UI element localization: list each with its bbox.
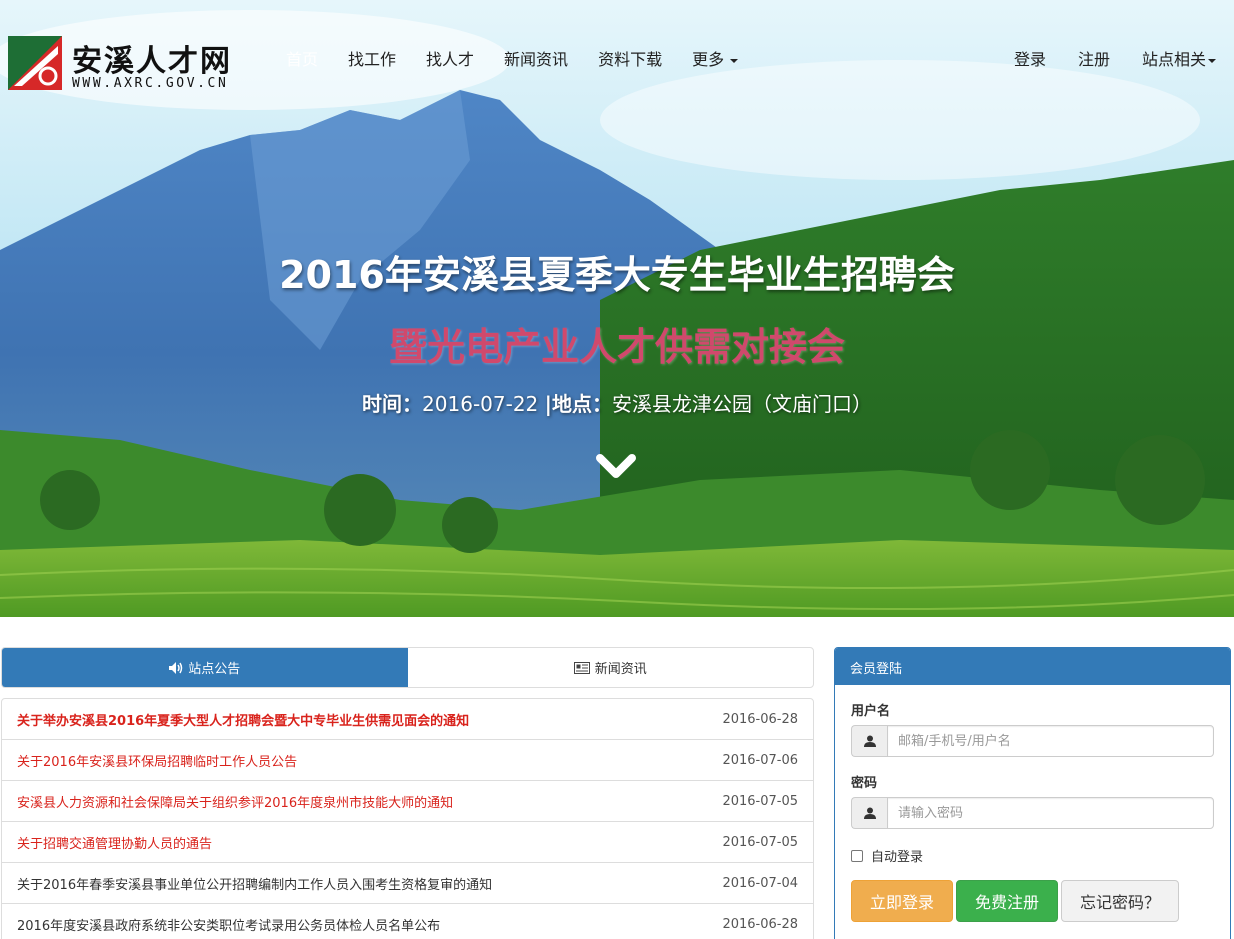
username-input[interactable] [887, 725, 1214, 757]
chevron-down-icon[interactable] [595, 452, 637, 484]
auto-login-checkbox[interactable]: 自动登录 [851, 846, 923, 865]
hero-subline: 暨光电产业人才供需对接会 [388, 325, 845, 369]
login-actions: 立即登录 免费注册 忘记密码？ [851, 880, 1182, 922]
time-value: 2016-07-22 [422, 392, 539, 416]
notice-title: 关于2016年春季安溪县事业单位公开招聘编制内工作人员入围考生资格复审的通知 [17, 877, 493, 893]
forgot-password-button[interactable]: 忘记密码？ [1061, 880, 1179, 922]
username-group [851, 725, 1214, 757]
time-label: 时间： [362, 392, 423, 416]
site-url: WWW.AXRC.GOV.CN [72, 76, 229, 91]
user-menu: 登录 注册 站点相关 [982, 46, 1216, 70]
password-group [851, 797, 1214, 829]
list-item[interactable]: 关于举办安溪县2016年夏季大型人才招聘会暨大中专毕业生供需见面会的通知 2016… [2, 699, 813, 740]
tab-announcements-label: 站点公告 [188, 662, 241, 677]
nav-home[interactable]: 首页 [286, 46, 318, 70]
place-label: |地点： [544, 392, 612, 416]
notice-date: 2016-07-04 [722, 875, 798, 891]
nav-more-dropdown[interactable]: 更多 [692, 46, 739, 70]
nav-more-label: 更多 [692, 50, 725, 69]
nav-find-job[interactable]: 找工作 [348, 46, 396, 70]
login-panel-title: 会员登陆 [835, 648, 1230, 685]
site-name: 安溪人才网 [72, 44, 232, 79]
logo-mark-icon [8, 36, 62, 90]
auto-login-label: 自动登录 [871, 850, 924, 865]
member-login-panel: 会员登陆 用户名 密码 自动登录 立即登录 免费注册 忘记密码？ [834, 647, 1231, 939]
checkbox-box[interactable] [851, 849, 863, 862]
nav-login[interactable]: 登录 [1014, 46, 1046, 70]
tab-news[interactable]: 新闻资讯 [408, 648, 814, 687]
tab-announcements[interactable]: 站点公告 [2, 648, 408, 687]
notice-title: 安溪县人力资源和社会保障局关于组织参评2016年度泉州市技能大师的通知 [17, 795, 454, 811]
place-value: 安溪县龙津公园（文庙门口） [611, 392, 872, 416]
password-label: 密码 [851, 776, 878, 791]
hero-banner: 安溪人才网 WWW.AXRC.GOV.CN 首页 找工作 找人才 新闻资讯 资料… [0, 0, 1234, 617]
user-icon [851, 797, 887, 829]
register-button[interactable]: 免费注册 [956, 880, 1058, 922]
list-item[interactable]: 2016年度安溪县政府系统非公安类职位考试录用公务员体检人员名单公布 2016-0… [2, 904, 813, 939]
nav-downloads[interactable]: 资料下载 [598, 46, 662, 70]
username-label: 用户名 [851, 704, 891, 719]
notice-tabs: 站点公告 新闻资讯 [1, 647, 814, 688]
site-logo[interactable]: 安溪人才网 WWW.AXRC.GOV.CN [8, 36, 258, 92]
nav-find-talent[interactable]: 找人才 [426, 46, 474, 70]
hero-headline: 2016年安溪县夏季大专生毕业生招聘会 [279, 253, 955, 297]
tab-news-label: 新闻资讯 [594, 662, 647, 677]
nav-register[interactable]: 注册 [1078, 46, 1110, 70]
list-item[interactable]: 关于2016年春季安溪县事业单位公开招聘编制内工作人员入围考生资格复审的通知 20… [2, 863, 813, 904]
nav-site-related-dropdown[interactable]: 站点相关 [1142, 46, 1216, 70]
notice-list: 关于举办安溪县2016年夏季大型人才招聘会暨大中专毕业生供需见面会的通知 2016… [1, 698, 814, 939]
notice-title: 关于举办安溪县2016年夏季大型人才招聘会暨大中专毕业生供需见面会的通知 [17, 713, 470, 729]
notice-title: 关于2016年安溪县环保局招聘临时工作人员公告 [17, 754, 298, 770]
notice-title: 2016年度安溪县政府系统非公安类职位考试录用公务员体检人员名单公布 [17, 918, 441, 934]
hero-meta: 时间：2016-07-22 |地点：安溪县龙津公园（文庙门口） [0, 388, 1234, 417]
notice-date: 2016-07-05 [722, 834, 798, 850]
login-button[interactable]: 立即登录 [851, 880, 953, 922]
notice-date: 2016-07-05 [722, 793, 798, 809]
caret-down-icon [1208, 58, 1216, 63]
caret-down-icon [730, 58, 739, 63]
notice-date: 2016-06-28 [722, 711, 798, 727]
nav-news[interactable]: 新闻资讯 [504, 46, 568, 70]
top-navbar: 安溪人才网 WWW.AXRC.GOV.CN 首页 找工作 找人才 新闻资讯 资料… [0, 0, 1234, 110]
notice-date: 2016-06-28 [722, 916, 798, 932]
list-item[interactable]: 安溪县人力资源和社会保障局关于组织参评2016年度泉州市技能大师的通知 2016-… [2, 781, 813, 822]
main-menu: 首页 找工作 找人才 新闻资讯 资料下载 更多 [286, 46, 768, 70]
volume-icon [169, 661, 183, 674]
list-item[interactable]: 关于2016年安溪县环保局招聘临时工作人员公告 2016-07-06 [2, 740, 813, 781]
user-icon [851, 725, 887, 757]
notice-title: 关于招聘交通管理协勤人员的通告 [17, 836, 213, 852]
newspaper-icon [573, 661, 590, 674]
nav-site-related-label: 站点相关 [1141, 50, 1206, 69]
notice-date: 2016-07-06 [722, 752, 798, 768]
list-item[interactable]: 关于招聘交通管理协勤人员的通告 2016-07-05 [2, 822, 813, 863]
password-input[interactable] [887, 797, 1214, 829]
